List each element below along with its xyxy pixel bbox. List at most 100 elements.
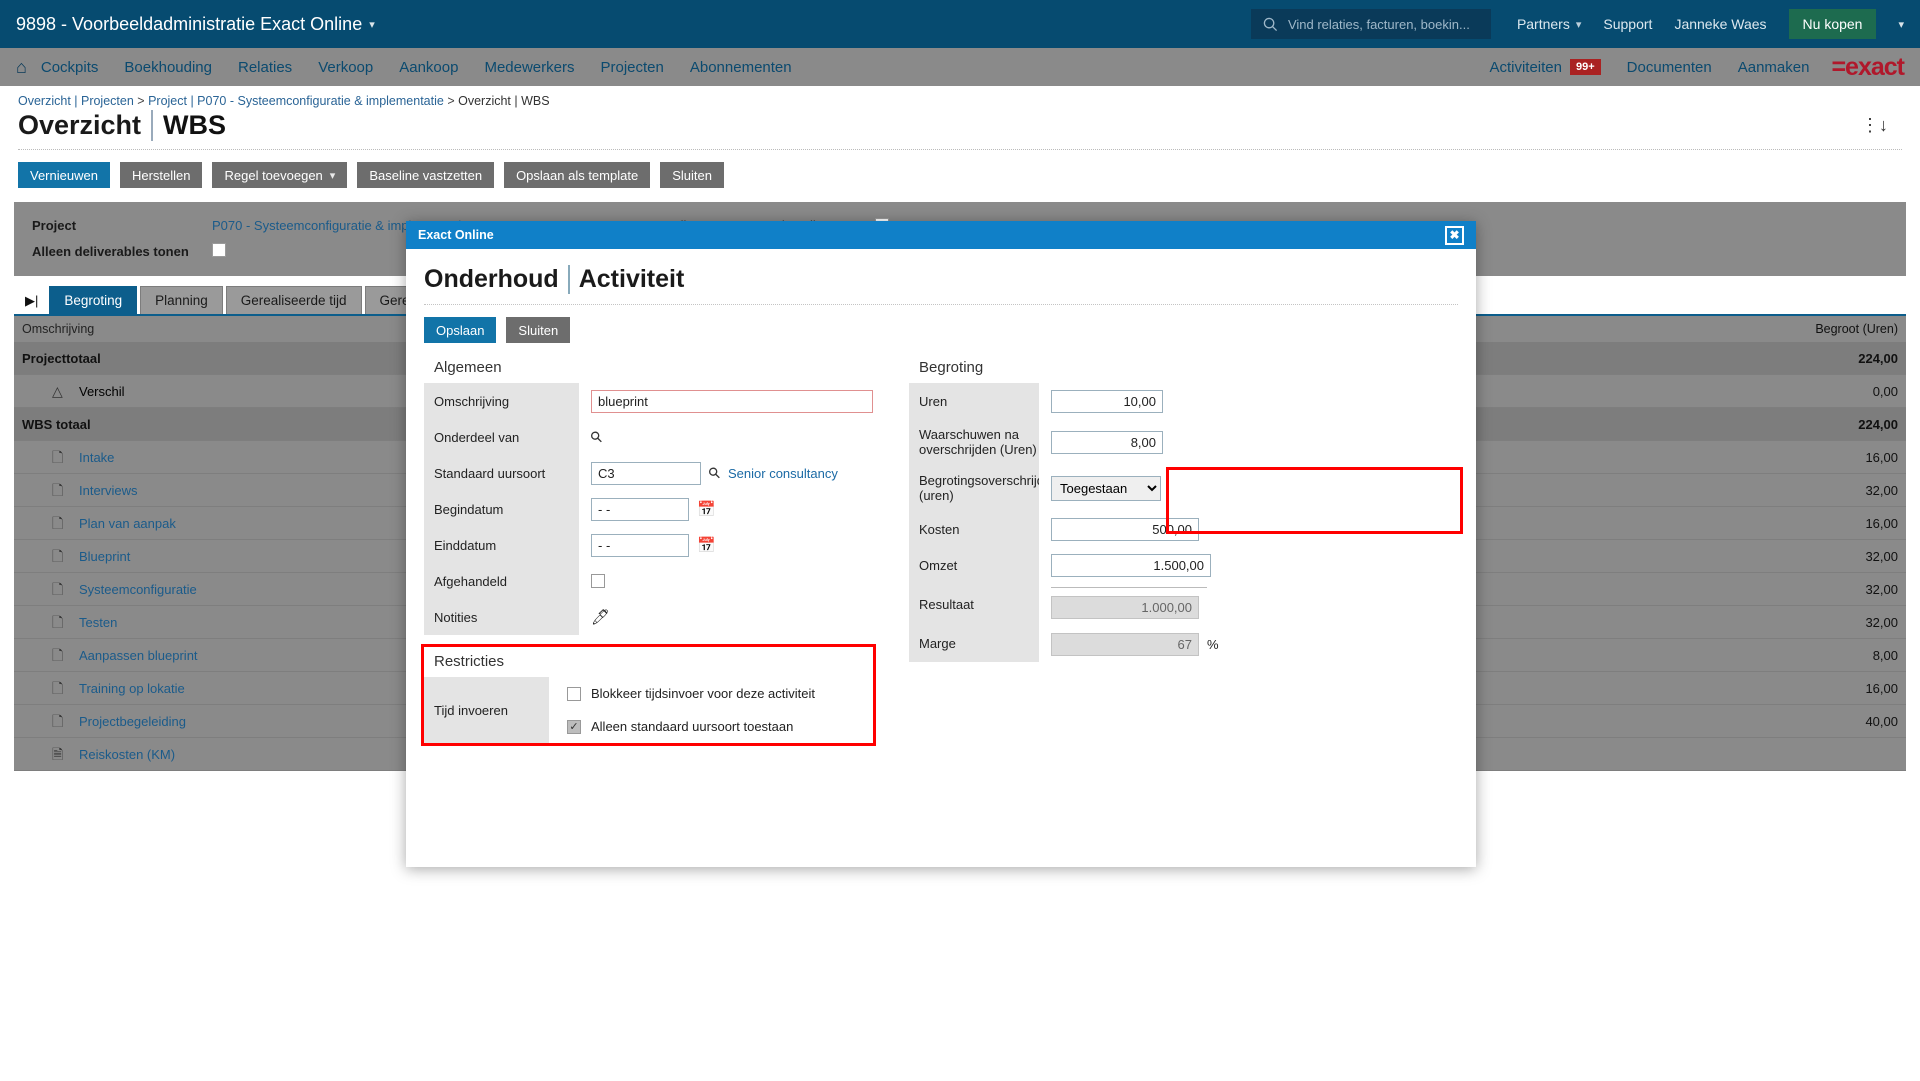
restricties-section-title: Restricties — [434, 653, 505, 670]
application-page: 9898 - Voorbeeldadministratie Exact Onli… — [0, 0, 1920, 1081]
vernieuwen-button[interactable]: Vernieuwen — [18, 162, 110, 188]
row-value: 224,00 — [1858, 350, 1898, 366]
algemeen-column: Algemeen Omschrijving Onderdeel van Stan… — [421, 359, 876, 746]
nav-activiteiten[interactable]: Activiteiten 99+ — [1489, 58, 1601, 76]
begroting-grid: Uren Waarschuwen na overschrijden (Uren)… — [909, 383, 1219, 662]
blokkeer-tijdsinvoer-row[interactable]: Blokkeer tijdsinvoer voor deze activitei… — [549, 677, 873, 710]
nav-item-verkoop[interactable]: Verkoop — [318, 59, 373, 76]
begrotingsoverschrijding-select[interactable]: Toegestaan — [1051, 475, 1161, 501]
breadcrumb-item-current: Overzicht | WBS — [458, 94, 550, 108]
user-menu[interactable]: Janneke Waes — [1674, 16, 1766, 32]
top-header-bar: 9898 - Voorbeeldadministratie Exact Onli… — [0, 0, 1920, 48]
nav-item-aankoop[interactable]: Aankoop — [399, 59, 458, 76]
administration-selector[interactable]: 9898 - Voorbeeldadministratie Exact Onli… — [16, 14, 375, 35]
uursoort-link[interactable]: Senior consultancy — [728, 466, 838, 481]
omzet-input[interactable] — [1051, 553, 1211, 577]
begroting-column: Begroting Uren Waarschuwen na overschrij… — [909, 359, 1463, 743]
kosten-input[interactable] — [1051, 517, 1199, 541]
row-label[interactable]: Systeemconfiguratie — [79, 582, 197, 597]
buy-now-button[interactable]: Nu kopen — [1788, 9, 1877, 39]
nav-documenten[interactable]: Documenten — [1627, 59, 1712, 76]
kosten-label: Kosten — [919, 521, 960, 537]
nav-item-cockpits[interactable]: Cockpits — [41, 59, 99, 76]
global-search-input[interactable]: Vind relaties, facturen, boekin... — [1250, 9, 1491, 39]
row-label[interactable]: Plan van aanpak — [79, 516, 176, 531]
activiteiten-label: Activiteiten — [1489, 58, 1562, 76]
afgehandeld-label: Afgehandeld — [434, 573, 508, 589]
standaard-uursoort-row: ⚲ Senior consultancy — [579, 455, 873, 491]
sluiten-button[interactable]: Sluiten — [660, 162, 724, 188]
support-label: Support — [1603, 16, 1653, 32]
document-icon: 🗋 — [52, 548, 64, 564]
afgehandeld-checkbox[interactable] — [591, 574, 605, 588]
row-value: 8,00 — [1872, 647, 1898, 663]
document-icon: 🗋 — [52, 449, 64, 465]
herstellen-button[interactable]: Herstellen — [119, 162, 203, 188]
document-icon: 🗋 — [52, 647, 64, 663]
begindatum-input[interactable] — [591, 497, 689, 521]
breadcrumb-item-project[interactable]: Project | P070 - Systeemconfiguratie & i… — [148, 94, 444, 108]
top-right-nav: Partners ▾ Support Janneke Waes Nu kopen… — [1517, 9, 1904, 39]
row-label: WBS totaal — [22, 416, 91, 432]
waarschuwen-input[interactable] — [1051, 430, 1163, 454]
algemeen-inputs: ⚲ ⚲ Senior consultancy 📅 — [579, 383, 873, 635]
tab-gerealiseerde-tijd[interactable]: Gerealiseerde tijd — [225, 286, 362, 314]
alleen-standaard-uursoort-checkbox[interactable]: ✓ — [567, 719, 581, 734]
omschrijving-input[interactable] — [591, 389, 873, 413]
receipt-icon: 🗎 — [52, 746, 64, 762]
alleen-standaard-uursoort-row[interactable]: ✓ Alleen standaard uursoort toestaan — [549, 710, 873, 743]
nav-aanmaken[interactable]: Aanmaken — [1738, 59, 1810, 76]
einddatum-input[interactable] — [591, 533, 689, 557]
search-icon[interactable]: ⚲ — [704, 463, 725, 483]
dialog-toolbar: Opslaan Sluiten — [406, 305, 1476, 343]
opslaan-button[interactable]: Opslaan — [424, 317, 497, 343]
dialog-sluiten-button[interactable]: Sluiten — [506, 317, 571, 343]
partners-menu[interactable]: Partners ▾ — [1517, 16, 1581, 32]
standaard-uursoort-input[interactable] — [591, 461, 701, 485]
row-label[interactable]: Projectbegeleiding — [79, 714, 186, 729]
sort-settings-icon[interactable]: ⋮↓ — [1861, 115, 1888, 136]
resultaat-row — [1039, 588, 1219, 626]
nav-item-relaties[interactable]: Relaties — [238, 59, 292, 76]
row-label[interactable]: Testen — [79, 615, 117, 630]
calendar-icon[interactable]: 📅 — [697, 536, 716, 554]
close-icon[interactable]: ✖ — [1445, 225, 1464, 245]
administration-name: 9898 - Voorbeeldadministratie Exact Onli… — [16, 13, 363, 34]
tab-begroting[interactable]: Begroting — [49, 286, 138, 314]
kosten-row — [1039, 511, 1219, 547]
vernieuwen-label: Vernieuwen — [30, 167, 98, 183]
regel-toevoegen-button[interactable]: Regel toevoegen ▾ — [212, 162, 348, 188]
nav-item-boekhouding[interactable]: Boekhouding — [124, 59, 212, 76]
calendar-icon[interactable]: 📅 — [697, 500, 716, 518]
restricties-grid: Tijd invoeren Blokkeer tijdsinvoer voor … — [424, 677, 873, 743]
row-label[interactable]: Intake — [79, 450, 114, 465]
nav-item-medewerkers[interactable]: Medewerkers — [484, 59, 574, 76]
breadcrumb-item-overzicht-projecten[interactable]: Overzicht | Projecten — [18, 94, 134, 108]
standaard-uursoort-label: Standaard uursoort — [434, 465, 546, 481]
opslaan-als-template-button[interactable]: Opslaan als template — [504, 162, 651, 188]
home-icon[interactable]: ⌂ — [16, 57, 27, 78]
document-icon: 🗋 — [52, 581, 64, 597]
search-icon[interactable]: ⚲ — [586, 427, 607, 447]
notities-label: Notities — [434, 609, 478, 625]
document-icon: 🗋 — [52, 515, 64, 531]
blokkeer-tijdsinvoer-checkbox[interactable] — [567, 686, 581, 701]
row-label[interactable]: Training op lokatie — [79, 681, 185, 696]
deliverables-checkbox[interactable] — [212, 242, 226, 257]
nav-item-abonnementen[interactable]: Abonnementen — [690, 59, 792, 76]
nav-item-projecten[interactable]: Projecten — [600, 59, 663, 76]
uren-input[interactable] — [1051, 389, 1163, 413]
baseline-vastzetten-button[interactable]: Baseline vastzetten — [357, 162, 495, 188]
row-value: 32,00 — [1865, 581, 1898, 597]
chevron-down-icon[interactable]: ▾ — [1898, 18, 1904, 31]
afgehandeld-row — [579, 563, 873, 599]
row-label[interactable]: Interviews — [79, 483, 138, 498]
tab-planning[interactable]: Planning — [140, 286, 223, 314]
row-label: Verschil — [79, 383, 125, 399]
row-label[interactable]: Blueprint — [79, 549, 130, 564]
support-link[interactable]: Support — [1603, 16, 1652, 32]
notes-edit-icon[interactable]: 🖊 — [591, 608, 610, 626]
row-label[interactable]: Reiskosten (KM) — [79, 747, 175, 762]
row-label[interactable]: Aanpassen blueprint — [79, 648, 198, 663]
pin-icon[interactable]: ▶| — [14, 288, 49, 314]
